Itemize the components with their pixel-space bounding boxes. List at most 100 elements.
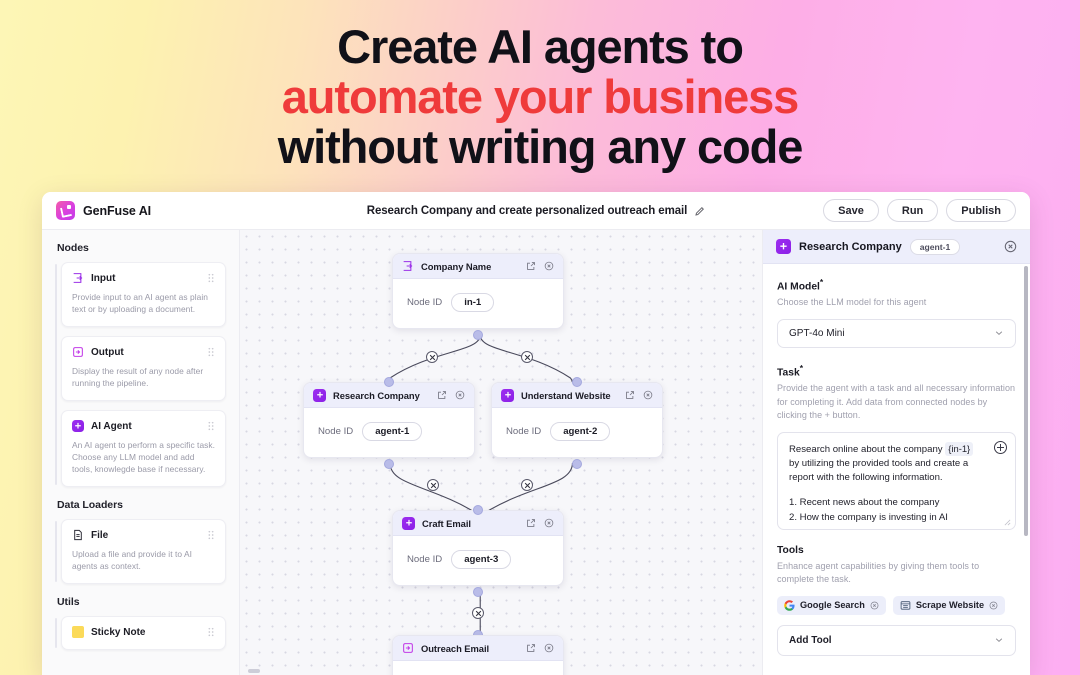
port-understand-website-in[interactable] <box>572 377 582 387</box>
section-title-data-loaders: Data Loaders <box>57 499 123 511</box>
edge-delete-button[interactable] <box>426 351 438 363</box>
close-circle-icon[interactable] <box>643 390 653 400</box>
remove-tool-icon[interactable] <box>989 601 998 610</box>
node-id-label: Node ID <box>407 297 443 308</box>
task-help: Provide the agent with a task and all ne… <box>777 383 1016 421</box>
tool-chip-scrape-website[interactable]: Scrape Website <box>892 595 1006 615</box>
edge-delete-button[interactable] <box>427 479 439 491</box>
genfuse-logo-icon <box>56 201 75 220</box>
edge-delete-button[interactable] <box>472 607 484 619</box>
remove-tool-icon[interactable] <box>870 601 879 610</box>
node-id-value[interactable]: agent-3 <box>451 550 512 569</box>
port-research-company-out[interactable] <box>384 459 394 469</box>
node-config-panel[interactable]: Research Company agent-1 AI Model* Choos… <box>762 230 1030 675</box>
sidebar-node-input-head: Input <box>72 272 215 284</box>
tool-chip-scrape-website-label: Scrape Website <box>915 600 985 611</box>
sidebar-node-input[interactable]: Input Provide input to an AI agent as pl… <box>61 262 226 327</box>
add-tool-select[interactable]: Add Tool <box>777 624 1016 656</box>
flow-node-company-name[interactable]: Company Name Node ID in-1 <box>392 253 564 329</box>
node-id-value[interactable]: in-1 <box>451 293 495 312</box>
sticky-note-icon <box>72 626 84 638</box>
panel-scrollbar[interactable] <box>1024 266 1028 536</box>
ai-agent-icon <box>72 420 84 432</box>
sidebar-node-ai-agent[interactable]: AI Agent An AI agent to perform a specif… <box>61 410 226 487</box>
flow-node-company-name-body: Node ID in-1 <box>393 279 563 328</box>
flow-node-company-name-title: Company Name <box>421 260 492 272</box>
input-arrow-icon <box>403 261 413 271</box>
flow-node-outreach-email[interactable]: Outreach Email <box>392 635 564 675</box>
port-research-company-in[interactable] <box>384 377 394 387</box>
flow-node-craft-email-title: Craft Email <box>422 517 471 529</box>
task-label-text: Task <box>777 367 800 379</box>
close-circle-icon[interactable] <box>455 390 465 400</box>
flow-node-research-company-body: Node ID agent-1 <box>304 408 474 457</box>
sidebar-node-ai-agent-desc: An AI agent to perform a specific task. … <box>72 440 215 474</box>
node-config-id-chip: agent-1 <box>909 238 961 255</box>
node-config-body: AI Model* Choose the LLM model for this … <box>763 264 1030 675</box>
drag-handle-icon[interactable] <box>207 627 215 637</box>
field-ai-model: AI Model* Choose the LLM model for this … <box>777 277 1016 348</box>
sidebar-node-input-title: Input <box>91 272 116 284</box>
flow-node-understand-website-title: Understand Website <box>521 389 611 401</box>
drag-handle-icon[interactable] <box>207 347 215 357</box>
flow-node-craft-email[interactable]: Craft Email Node ID agent-3 <box>392 510 564 586</box>
edge-delete-button[interactable] <box>521 479 533 491</box>
ai-model-help: Choose the LLM model for this agent <box>777 297 927 308</box>
input-arrow-icon <box>73 273 83 283</box>
task-textarea[interactable]: Research online about the company {in-1}… <box>777 431 1016 530</box>
sidebar-node-sticky-note[interactable]: Sticky Note <box>61 616 226 650</box>
tool-chip-list: Google Search Scrape Website <box>777 595 1016 615</box>
sidebar-node-output[interactable]: Output Display the result of any node af… <box>61 336 226 401</box>
sidebar-node-file[interactable]: File Upload a file and provide it to AI … <box>61 519 226 584</box>
close-circle-icon[interactable] <box>544 261 554 271</box>
publish-button[interactable]: Publish <box>946 199 1016 222</box>
open-external-icon[interactable] <box>526 518 536 528</box>
ai-model-label-text: AI Model <box>777 281 820 293</box>
port-understand-website-out[interactable] <box>572 459 582 469</box>
drag-handle-icon[interactable] <box>207 273 215 283</box>
flow-node-actions <box>625 390 653 400</box>
flow-canvas[interactable]: Company Name Node ID in-1 Research Compa… <box>240 230 762 675</box>
port-craft-email-in[interactable] <box>473 505 483 515</box>
flow-node-understand-website[interactable]: Understand Website Node ID agent-2 <box>491 382 663 458</box>
pencil-icon[interactable] <box>694 206 705 217</box>
field-tools: Tools Enhance agent capabilities by givi… <box>777 545 1016 656</box>
drag-handle-icon[interactable] <box>207 421 215 431</box>
flow-node-research-company[interactable]: Research Company Node ID agent-1 <box>303 382 475 458</box>
node-id-label: Node ID <box>407 554 443 565</box>
ai-model-select[interactable]: GPT-4o Mini <box>777 318 1016 348</box>
section-title-utils: Utils <box>57 596 80 608</box>
ai-model-selected-value: GPT-4o Mini <box>789 327 845 339</box>
save-button[interactable]: Save <box>823 199 879 222</box>
app-window: GenFuse AI Research Company and create p… <box>42 192 1030 675</box>
canvas-scrollbar[interactable] <box>248 669 260 673</box>
close-circle-icon[interactable] <box>1004 240 1017 253</box>
node-id-value[interactable]: agent-2 <box>550 422 611 441</box>
open-external-icon[interactable] <box>437 390 447 400</box>
open-external-icon[interactable] <box>625 390 635 400</box>
ai-agent-icon <box>402 516 415 530</box>
flow-node-outreach-email-head: Outreach Email <box>393 636 563 661</box>
tool-chip-google-search[interactable]: Google Search <box>777 595 886 615</box>
close-circle-icon[interactable] <box>544 643 554 653</box>
sidebar-node-output-desc: Display the result of any node after run… <box>72 366 204 388</box>
port-company-name-out[interactable] <box>473 330 483 340</box>
resize-handle-icon[interactable] <box>1004 519 1011 526</box>
add-data-plus-button[interactable] <box>994 440 1007 454</box>
run-button[interactable]: Run <box>886 199 939 222</box>
open-external-icon[interactable] <box>526 643 536 653</box>
flow-node-outreach-email-body <box>393 661 563 675</box>
edge-delete-button[interactable] <box>521 351 533 363</box>
port-craft-email-out[interactable] <box>473 587 483 597</box>
drag-handle-icon[interactable] <box>207 530 215 540</box>
task-list-item-1: 1. Recent news about the company <box>789 497 940 509</box>
node-library-sidebar[interactable]: Nodes Input Provide input to an AI agent… <box>42 230 240 675</box>
node-id-label: Node ID <box>506 426 542 437</box>
tools-help: Enhance agent capabilities by giving the… <box>777 560 980 585</box>
sidebar-node-file-head: File <box>72 529 215 541</box>
output-arrow-icon <box>73 347 83 357</box>
brand[interactable]: GenFuse AI <box>56 201 151 220</box>
node-id-value[interactable]: agent-1 <box>362 422 423 441</box>
close-circle-icon[interactable] <box>544 518 554 528</box>
open-external-icon[interactable] <box>526 261 536 271</box>
